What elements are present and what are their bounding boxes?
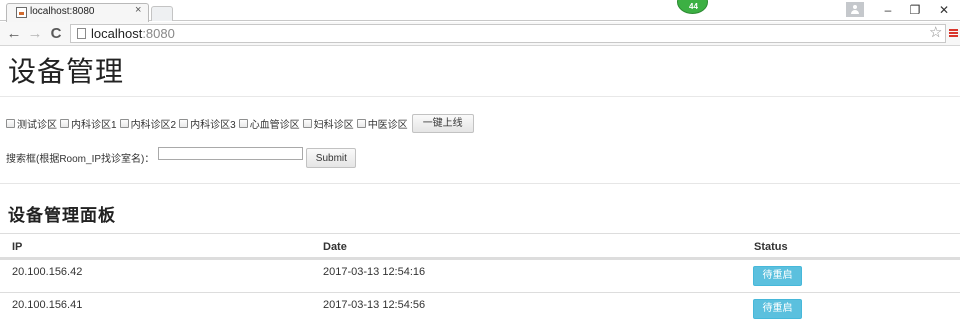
submit-button[interactable]: Submit bbox=[306, 148, 357, 168]
menu-icon[interactable] bbox=[949, 29, 958, 38]
cell-ip: 20.100.156.42 bbox=[12, 266, 83, 278]
checkbox[interactable] bbox=[60, 118, 69, 128]
zone-checkbox-item[interactable]: 心血管诊区 bbox=[238, 116, 300, 131]
url-host: localhost bbox=[91, 26, 143, 41]
user-icon[interactable] bbox=[846, 2, 864, 17]
checkbox-label: 内科诊区2 bbox=[130, 119, 177, 131]
extension-badge-icon[interactable]: 44 bbox=[677, 0, 708, 14]
search-form: 搜索框(根据Room_IP找诊室名)： Submit bbox=[6, 147, 357, 168]
column-header-ip: IP bbox=[12, 241, 23, 253]
zone-checkbox-item[interactable]: 妇科诊区 bbox=[302, 116, 354, 131]
status-button[interactable]: 待重启 bbox=[753, 266, 802, 286]
checkbox-label: 中医诊区 bbox=[367, 119, 408, 131]
checkbox[interactable] bbox=[238, 118, 248, 128]
checkbox-label: 妇科诊区 bbox=[313, 119, 354, 131]
page-title: 设备管理 bbox=[8, 55, 125, 88]
divider bbox=[0, 183, 960, 184]
checkbox-label: 心血管诊区 bbox=[249, 119, 300, 131]
back-icon[interactable]: ← bbox=[6, 25, 22, 43]
tab-title: localhost:8080 bbox=[30, 6, 95, 17]
zone-checkbox-item[interactable]: 内科诊区1 bbox=[60, 116, 117, 131]
checkbox[interactable] bbox=[302, 118, 312, 128]
browser-tab[interactable]: localhost:8080 × bbox=[6, 3, 149, 22]
panel-title: 设备管理面板 bbox=[8, 206, 116, 226]
checkbox[interactable] bbox=[356, 118, 366, 128]
tab-close-icon[interactable]: × bbox=[135, 4, 141, 16]
forward-icon[interactable]: → bbox=[27, 25, 43, 43]
address-bar[interactable]: localhost:8080 bbox=[70, 24, 946, 43]
zone-checkbox-item[interactable]: 内科诊区2 bbox=[119, 116, 177, 131]
checkbox-label: 内科诊区1 bbox=[71, 119, 117, 131]
divider bbox=[0, 96, 960, 97]
new-tab-icon[interactable] bbox=[151, 6, 173, 21]
checkbox[interactable] bbox=[119, 118, 129, 128]
star-icon[interactable]: ☆ bbox=[929, 25, 942, 41]
column-header-status: Status bbox=[754, 241, 788, 253]
table-row: 20.100.156.42 2017-03-13 12:54:16 待重启 bbox=[0, 259, 960, 292]
device-table: IP Date Status 20.100.156.42 2017-03-13 … bbox=[0, 233, 960, 325]
url-port: :8080 bbox=[142, 26, 175, 41]
zone-checkbox-item[interactable]: 中医诊区 bbox=[356, 116, 408, 131]
window-close-button[interactable]: ✕ bbox=[934, 2, 954, 18]
reload-icon[interactable]: C bbox=[48, 25, 64, 43]
cell-date: 2017-03-13 12:54:56 bbox=[323, 299, 426, 311]
search-input[interactable] bbox=[158, 147, 304, 160]
page-icon bbox=[77, 28, 86, 39]
checkbox-label: 测试诊区 bbox=[17, 119, 57, 131]
checkbox[interactable] bbox=[179, 118, 189, 128]
cell-date: 2017-03-13 12:54:16 bbox=[323, 266, 426, 278]
table-row: 20.100.156.41 2017-03-13 12:54:56 待重启 bbox=[0, 292, 960, 325]
table-header-row: IP Date Status bbox=[0, 233, 960, 259]
zone-checkbox-item[interactable]: 测试诊区 bbox=[6, 116, 57, 131]
zone-checkbox-row: 测试诊区 内科诊区1 内科诊区2 内科诊区3 心血管诊区 妇科诊区 中医诊区 一… bbox=[6, 113, 474, 133]
zone-checkbox-item[interactable]: 内科诊区3 bbox=[179, 116, 236, 131]
cell-ip: 20.100.156.41 bbox=[12, 299, 83, 311]
checkbox-label: 内科诊区3 bbox=[190, 119, 236, 131]
browser-tabstrip: localhost:8080 × 44 – ❐ ✕ bbox=[0, 0, 960, 22]
extension-badge-count: 44 bbox=[689, 2, 698, 11]
column-header-date: Date bbox=[323, 241, 347, 253]
checkbox[interactable] bbox=[6, 118, 15, 128]
status-button[interactable]: 待重启 bbox=[753, 299, 802, 319]
window-restore-button[interactable]: ❐ bbox=[905, 2, 925, 18]
browser-toolbar: ← → C localhost:8080 ☆ bbox=[0, 22, 960, 46]
search-label: 搜索框(根据Room_IP找诊室名)： bbox=[6, 153, 155, 165]
one-click-online-button[interactable]: 一键上线 bbox=[411, 113, 474, 133]
url-text[interactable]: localhost:8080 bbox=[91, 26, 175, 41]
window-minimize-button[interactable]: – bbox=[878, 2, 898, 18]
favicon-icon bbox=[16, 7, 27, 18]
